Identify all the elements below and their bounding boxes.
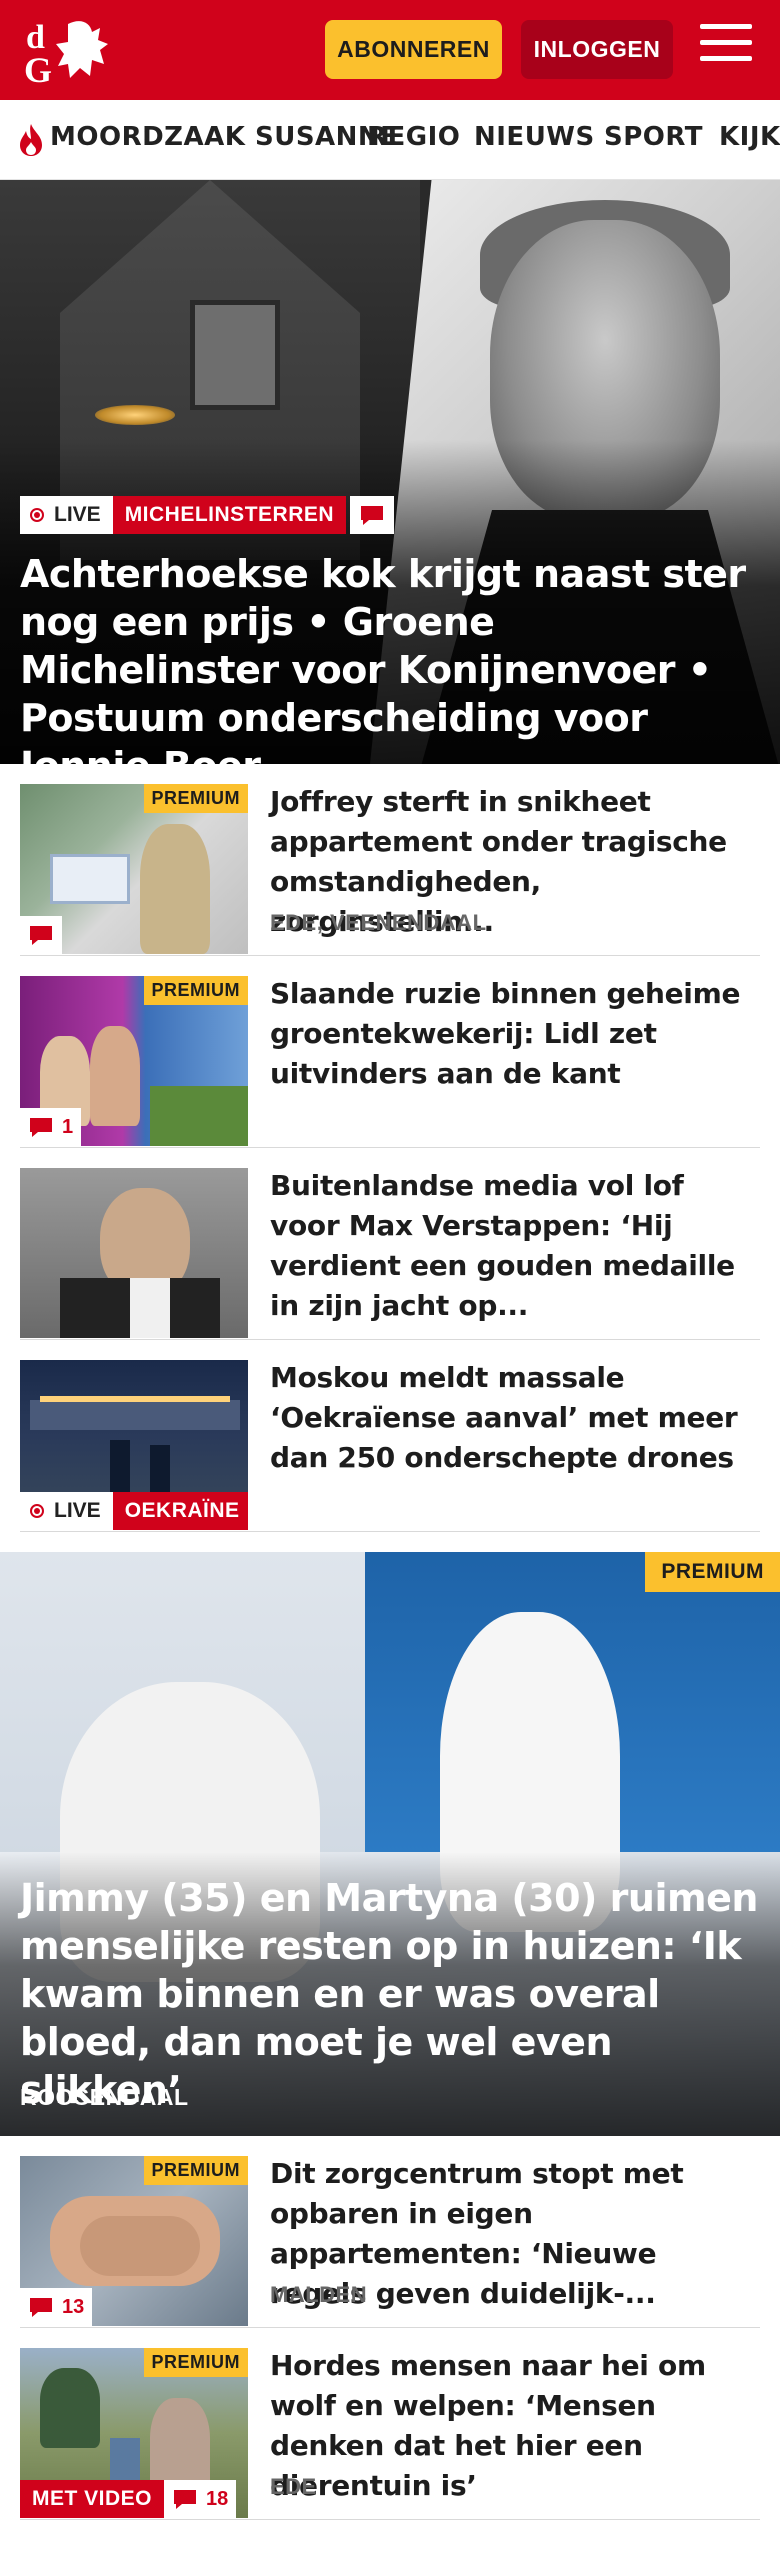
flame-icon	[20, 124, 42, 156]
article-thumbnail: LIVE OEKRAÏNE	[20, 1360, 248, 1530]
nav-item-regio[interactable]: REGIO	[367, 122, 460, 152]
comment-count	[20, 916, 62, 954]
nav-item-moordzaak-susanne[interactable]: MOORDZAAK SUSANNE	[50, 122, 398, 152]
live-badge: LIVE	[20, 496, 113, 534]
article-thumbnail: PREMIUM	[20, 784, 248, 954]
video-badge: MET VIDEO	[20, 2480, 165, 2518]
live-dot-icon	[30, 1504, 44, 1518]
article-title[interactable]: Hordes mensen naar hei om wolf en welpen…	[270, 2346, 760, 2506]
comment-count: 18	[164, 2480, 237, 2518]
comment-count: 13	[20, 2288, 93, 2326]
list-item[interactable]: PREMIUM MET VIDEO 18 Hordes mensen naar …	[20, 2328, 760, 2520]
live-badge: LIVE	[20, 1492, 113, 1530]
article-title[interactable]: Buitenlandse media vol lof voor Max Vers…	[270, 1166, 760, 1326]
nav-item-sport[interactable]: SPORT	[604, 122, 703, 152]
feature-title[interactable]: Jimmy (35) en Martyna (30) ruimen mensel…	[20, 1874, 760, 2114]
comment-icon	[30, 2298, 52, 2317]
article-badges: LIVE OEKRAÏNE	[20, 1492, 248, 1530]
list-item[interactable]: PREMIUM 13 Dit zorgcentrum stopt met opb…	[20, 2136, 760, 2328]
feature-article[interactable]: PREMIUM Jimmy (35) en Martyna (30) ruime…	[0, 1552, 780, 2136]
comment-icon	[350, 496, 395, 534]
article-title[interactable]: Slaande ruzie binnen geheime groentekwek…	[270, 974, 760, 1094]
live-dot-icon	[30, 508, 44, 522]
login-button[interactable]: INLOGGEN	[521, 20, 673, 79]
hero-badges: LIVE MICHELINSTERREN	[20, 496, 395, 534]
list-item[interactable]: Buitenlandse media vol lof voor Max Vers…	[20, 1148, 760, 1340]
menu-icon[interactable]	[700, 24, 752, 72]
list-item[interactable]: PREMIUM Joffrey sterft in snikheet appar…	[20, 764, 760, 956]
feature-location: ROOSENDAAL	[20, 2084, 189, 2110]
comment-icon	[174, 2490, 197, 2509]
subscribe-button[interactable]: ABONNEREN	[325, 20, 502, 79]
article-thumbnail	[20, 1168, 248, 1338]
article-location: EDE, VEENENDAAL	[270, 910, 487, 935]
premium-badge: PREMIUM	[645, 1552, 780, 1592]
article-title[interactable]: Moskou meldt massale ‘Oekraïense aanval’…	[270, 1358, 760, 1478]
article-thumbnail: PREMIUM MET VIDEO 18	[20, 2348, 248, 2518]
article-thumbnail: PREMIUM 1	[20, 976, 248, 1146]
comment-icon	[30, 1118, 52, 1137]
svg-text:G: G	[24, 50, 52, 86]
article-location: MALDEN	[270, 2282, 368, 2307]
nav-item-kijk[interactable]: KIJK	[719, 122, 780, 152]
topic-badge: MICHELINSTERREN	[112, 496, 347, 534]
premium-badge: PREMIUM	[143, 976, 248, 1005]
section-nav: MOORDZAAK SUSANNE REGIO NIEUWS SPORT KIJ…	[0, 100, 780, 180]
article-badges: MET VIDEO 18	[20, 2480, 237, 2518]
hero-title[interactable]: Achterhoekse kok krijgt naast ster nog e…	[20, 550, 760, 764]
hero-article[interactable]: LIVE MICHELINSTERREN Achterhoekse kok kr…	[0, 180, 780, 764]
site-logo[interactable]: d G	[20, 14, 120, 90]
list-item[interactable]: LIVE OEKRAÏNE Moskou meldt massale ‘Oekr…	[20, 1340, 760, 1532]
article-location: EDE	[270, 2474, 317, 2499]
topic-badge: OEKRAÏNE	[112, 1492, 248, 1530]
nav-item-nieuws[interactable]: NIEUWS	[474, 122, 595, 152]
list-item[interactable]: PREMIUM 1 Slaande ruzie binnen geheime g…	[20, 956, 760, 1148]
comment-icon	[30, 926, 52, 945]
comment-count: 1	[20, 1108, 82, 1146]
premium-badge: PREMIUM	[143, 2348, 248, 2377]
article-thumbnail: PREMIUM 13	[20, 2156, 248, 2326]
top-bar: d G ABONNEREN INLOGGEN	[0, 0, 780, 100]
premium-badge: PREMIUM	[143, 2156, 248, 2185]
premium-badge: PREMIUM	[143, 784, 248, 813]
